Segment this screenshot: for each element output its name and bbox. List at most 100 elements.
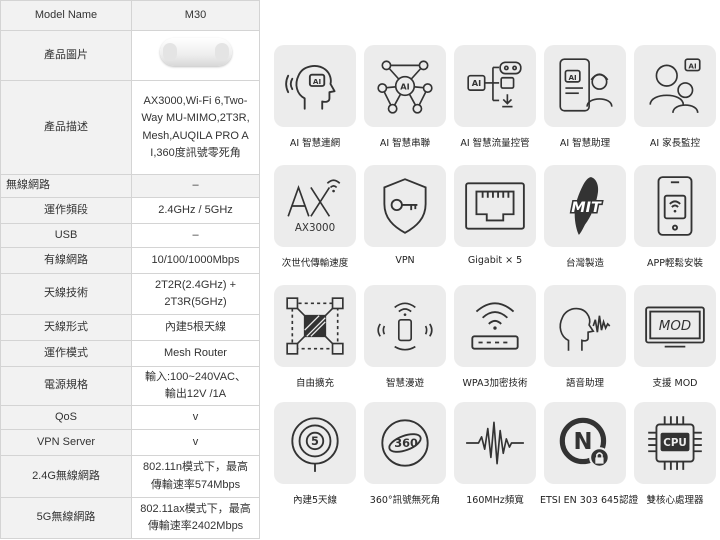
feature-label: APP輕鬆安裝 xyxy=(647,258,703,269)
antenna-count-text: 5 xyxy=(311,434,319,448)
feature-360: 360 360°訊號無死角 xyxy=(360,402,450,506)
table-row: USB – xyxy=(0,223,260,248)
table-row: 產品圖片 xyxy=(0,30,260,81)
feature-tile: AI xyxy=(544,45,626,127)
ai-head-icon: AI xyxy=(285,65,336,110)
mod-text: MOD xyxy=(659,319,691,334)
feature-tile: N xyxy=(544,402,626,484)
feature-roaming: 智慧漫遊 xyxy=(360,285,450,389)
160mhz-wave-icon xyxy=(466,421,524,465)
table-header-row: Model Name M30 xyxy=(0,0,260,31)
feature-tile xyxy=(454,402,536,484)
cpu-text: CPU xyxy=(663,437,686,449)
svg-text:AI: AI xyxy=(472,78,481,88)
table-row: 天線技術 2T2R(2.4GHz) + 2T3R(5GHz) xyxy=(0,273,260,315)
ai-parental-icon: AI xyxy=(649,58,701,114)
feature-tile: AI xyxy=(364,45,446,127)
feature-label: 自由擴充 xyxy=(295,378,334,389)
svg-text:AI: AI xyxy=(688,61,697,70)
feature-ax3000: AX3000 次世代傳輸速度 xyxy=(270,165,360,269)
feature-tile: 360 xyxy=(364,402,446,484)
feature-tile xyxy=(364,165,446,247)
feature-label: AI 智慧串聯 xyxy=(379,138,431,149)
feature-wpa3: WPA3加密技術 xyxy=(450,285,540,389)
feature-label: 智慧漫遊 xyxy=(385,378,424,389)
table-row: 電源規格 輸入:100~240VAC、輸出12V /1A xyxy=(0,366,260,406)
vpn-shield-icon xyxy=(383,178,427,234)
svg-text:AI: AI xyxy=(568,73,577,82)
feature-label: 雙核心處理器 xyxy=(646,495,704,506)
svg-text:AI: AI xyxy=(313,77,322,86)
product-thumbnail xyxy=(159,38,232,67)
feature-label: AI 家長監控 xyxy=(649,138,701,149)
feature-label: AI 智慧助理 xyxy=(559,138,611,149)
product-image-cell xyxy=(131,30,260,81)
360-signal-icon: 360 xyxy=(381,419,429,467)
expand-nodes-icon xyxy=(286,297,344,355)
ai-traffic-icon: AI xyxy=(467,61,522,108)
feature-ai-mesh: AI AI 智慧串聯 xyxy=(360,45,450,149)
row-label: 2.4G無線網路 xyxy=(0,455,132,498)
feature-160mhz: 160MHz頻寬 xyxy=(450,402,540,506)
row-label: 運作模式 xyxy=(0,340,132,367)
row-label: USB xyxy=(0,223,132,248)
360-text: 360 xyxy=(394,436,418,450)
row-label: 產品圖片 xyxy=(0,30,132,81)
row-value: v xyxy=(131,429,260,456)
feature-ai-connect: AI AI 智慧連網 xyxy=(270,45,360,149)
table-row: 天線形式 內建5根天線 xyxy=(0,314,260,341)
feature-label: ETSI EN 303 645認證 xyxy=(540,495,639,506)
table-row: 運作頻段 2.4GHz / 5GHz xyxy=(0,197,260,224)
feature-label: 160MHz頻寬 xyxy=(466,495,524,506)
ax-wifi-icon: AX3000 xyxy=(287,179,341,234)
row-value: v xyxy=(131,405,260,430)
feature-label: 次世代傳輸速度 xyxy=(281,258,349,269)
feature-label: 內建5天線 xyxy=(292,495,338,506)
feature-ai-traffic: AI AI 智慧流量控管 xyxy=(450,45,540,149)
roaming-icon xyxy=(377,302,433,351)
header-label: Model Name xyxy=(0,0,132,31)
row-label: 天線技術 xyxy=(0,273,132,315)
row-label: VPN Server xyxy=(0,429,132,456)
wpa3-router-icon xyxy=(471,302,519,350)
feature-ai-assistant: AI AI 智慧助理 xyxy=(540,45,630,149)
mod-box-icon: MOD xyxy=(645,306,705,348)
feature-label: 台灣製造 xyxy=(565,258,604,269)
table-row: 運作模式 Mesh Router xyxy=(0,340,260,367)
mit-text: MIT xyxy=(571,200,602,216)
antenna-5-icon: 5 xyxy=(291,417,339,472)
table-row: QoS v xyxy=(0,405,260,430)
feature-label: 360°訊號無死角 xyxy=(369,495,441,506)
row-label: 電源規格 xyxy=(0,366,132,406)
row-value: 802.11n模式下，最高傳輸速率574Mbps xyxy=(131,455,260,498)
row-value: 內建5根天線 xyxy=(131,314,260,341)
phone-app-icon xyxy=(657,176,693,236)
row-label: 天線形式 xyxy=(0,314,132,341)
row-label: 有線網路 xyxy=(0,247,132,274)
cpu-chip-icon: CPU xyxy=(648,416,702,470)
feature-tile: MOD xyxy=(634,285,716,367)
table-row: VPN Server v xyxy=(0,429,260,456)
row-value: 輸入:100~240VAC、輸出12V /1A xyxy=(131,366,260,406)
feature-antenna: 5 內建5天線 xyxy=(270,402,360,506)
feature-app: APP輕鬆安裝 xyxy=(630,165,720,269)
feature-tile: AX3000 xyxy=(274,165,356,247)
feature-label: 語音助理 xyxy=(565,378,604,389)
table-section-row: 無線網路 – xyxy=(0,174,260,198)
feature-tile xyxy=(364,285,446,367)
row-label: QoS xyxy=(0,405,132,430)
section-label: 無線網路 xyxy=(0,174,132,198)
row-value: 10/100/1000Mbps xyxy=(131,247,260,274)
voice-assistant-icon xyxy=(559,307,611,351)
table-row: 產品描述 AX3000,Wi-Fi 6,Two-Way MU-MIMO,2T3R… xyxy=(0,80,260,175)
feature-etsi: N ETSI EN 303 645認證 xyxy=(540,402,639,506)
row-value: 802.11ax模式下，最高傳輸速率2402Mbps xyxy=(131,497,260,539)
taiwan-map-icon: MIT xyxy=(570,177,604,235)
feature-gigabit: Gigabit × 5 xyxy=(450,165,540,266)
table-row: 5G無線網路 802.11ax模式下，最高傳輸速率2402Mbps xyxy=(0,497,260,539)
row-value: AX3000,Wi-Fi 6,Two-Way MU-MIMO,2T3R,Mesh… xyxy=(131,80,260,175)
header-model: M30 xyxy=(131,0,260,31)
feature-mod: MOD 支援 MOD xyxy=(630,285,720,389)
feature-mit: MIT 台灣製造 xyxy=(540,165,630,269)
feature-label: Gigabit × 5 xyxy=(467,255,523,266)
